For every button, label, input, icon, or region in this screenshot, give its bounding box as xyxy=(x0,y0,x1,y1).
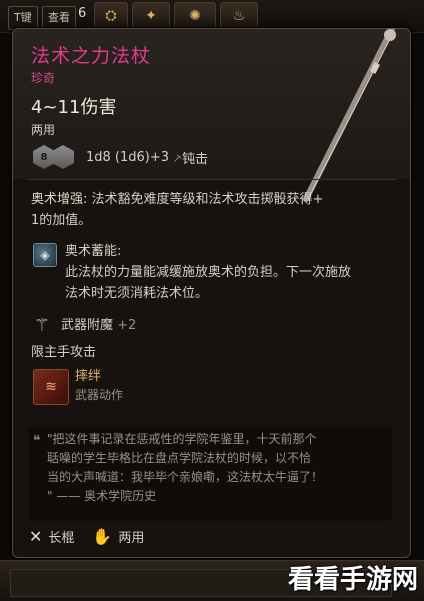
watermark: 看看手游网 xyxy=(287,565,418,595)
dice-row: 8 1d8 (1d6)+3 ⸕ 钝击 xyxy=(33,142,208,172)
weapon-enchant-icon: ⚚ xyxy=(33,314,51,336)
footer-hands: 两用 xyxy=(118,531,145,546)
key-hint: T键 xyxy=(8,6,38,30)
main-hand-restriction: 限主手攻击 xyxy=(31,345,97,360)
inventory-slot-scroll[interactable]: ✦ xyxy=(132,2,170,30)
divider xyxy=(27,179,396,180)
stack-count: 6 xyxy=(78,6,87,21)
staff-icon xyxy=(303,29,396,202)
topple-action-icon[interactable]: ≋ xyxy=(33,369,69,405)
coin-icon: ⛭ xyxy=(105,8,117,24)
quote-icon: ❝ xyxy=(33,433,41,449)
damage-range: 4~11伤害 xyxy=(31,97,117,118)
scroll-icon: ✦ xyxy=(145,8,157,24)
weapon-footer: ✕ 长棍 ✋ 两用 xyxy=(29,527,144,546)
item-tooltip: 法术之力法杖 珍奇 4~11伤害 两用 8 1d8 (1d6)+3 ⸕ 钝击 奥… xyxy=(12,28,411,558)
inventory-slot-pipe[interactable]: ♨ xyxy=(220,2,258,30)
arcane-battery-desc: 此法杖的力量能减缓施放奥术的负担。下一次施放 法术时无须消耗法术位。 xyxy=(65,265,352,301)
dice-formula: 1d8 (1d6)+3 xyxy=(86,149,170,165)
quarterstaff-icon: ✕ xyxy=(29,527,43,546)
action-type: 武器动作 xyxy=(75,388,124,402)
inspect-button[interactable]: 查看 xyxy=(42,6,76,30)
inventory-slot-gold[interactable]: ✺ xyxy=(174,2,216,30)
d6-die-icon xyxy=(52,145,74,169)
bludgeon-icon: ⸕ xyxy=(173,150,183,165)
item-name: 法术之力法杖 xyxy=(31,45,152,67)
handedness: 两用 xyxy=(31,123,56,137)
item-rarity: 珍奇 xyxy=(31,71,56,85)
arcane-battery-icon: ◈ xyxy=(33,243,57,267)
passive-arcane-enhancement: 奥术增强: 法术豁免难度等级和法术攻击掷骰获得+ 1的加值。 xyxy=(31,192,324,228)
pipe-icon: ♨ xyxy=(232,8,246,24)
action-name: 摔绊 xyxy=(75,369,102,384)
weapon-enchant: 武器附魔 +2 xyxy=(61,318,137,333)
inventory-slot-coin[interactable]: ⛭ xyxy=(94,2,128,30)
damage-type: 钝击 xyxy=(182,151,209,167)
d8-die-icon: 8 xyxy=(33,145,55,169)
gem-icon: ✺ xyxy=(189,8,201,24)
lore-text: "把这件事记录在惩戒性的学院年鉴里，十天前那个 聒噪的学生毕格比在盘点学院法杖的… xyxy=(47,432,324,503)
weapon-type: 长棍 xyxy=(48,531,75,546)
hand-icon: ✋ xyxy=(92,527,113,546)
arcane-battery-title: 奥术蓄能: xyxy=(65,244,122,259)
